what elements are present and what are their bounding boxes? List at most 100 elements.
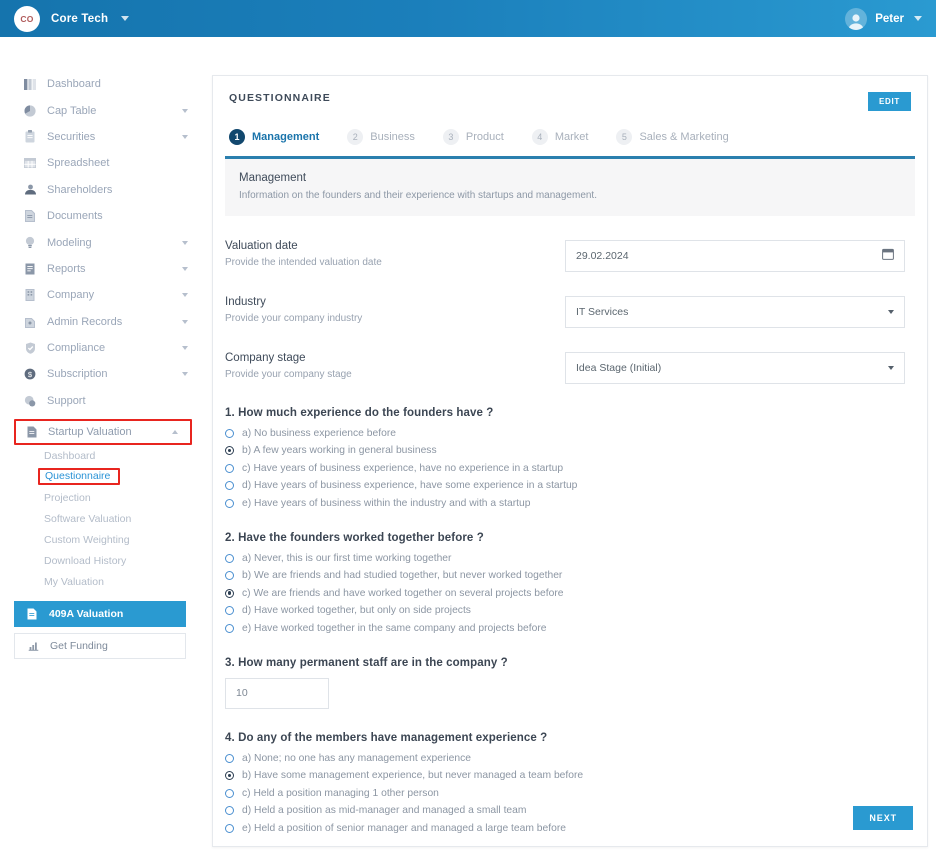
valuation-date-input[interactable]: 29.02.2024: [565, 239, 905, 272]
tab-product[interactable]: 3 Product: [442, 129, 504, 145]
radio-icon[interactable]: [225, 623, 234, 633]
sidebar-item-label: Documents: [47, 210, 103, 223]
question-2-option-d[interactable]: d) Have worked together, but only on sid…: [225, 605, 915, 616]
sidebar-item-shareholders[interactable]: Shareholders: [0, 177, 200, 203]
radio-icon-selected[interactable]: [225, 446, 234, 455]
chevron-down-icon[interactable]: [182, 266, 188, 271]
sidebar-subitem-dashboard[interactable]: Dashboard: [0, 445, 200, 466]
question-4-option-c[interactable]: c) Held a position managing 1 other pers…: [225, 788, 915, 799]
chevron-down-icon[interactable]: [121, 16, 130, 21]
step-number: 1: [229, 129, 245, 145]
sidebar-item-company[interactable]: Company: [0, 282, 200, 308]
radio-icon-selected[interactable]: [225, 588, 234, 598]
field-control-group: 29.02.2024: [565, 239, 905, 272]
sidebar-item-label: Company: [47, 289, 95, 302]
industry-select[interactable]: IT Services: [565, 295, 905, 328]
field-valuation-date: Valuation date Provide the intended valu…: [213, 239, 927, 272]
chevron-down-icon[interactable]: [182, 346, 188, 351]
radio-icon[interactable]: [225, 428, 234, 438]
valuation-date-value: 29.02.2024: [576, 249, 629, 262]
radio-icon[interactable]: [225, 463, 234, 473]
sidebar-subitem-projection[interactable]: Projection: [0, 487, 200, 508]
sidebar-item-securities[interactable]: Securities: [0, 124, 200, 150]
tab-sales-marketing[interactable]: 5 Sales & Marketing: [616, 129, 729, 145]
field-hint: Provide your company stage: [225, 368, 352, 380]
question-2-option-c[interactable]: c) We are friends and have worked togeth…: [225, 588, 915, 599]
chevron-down-icon[interactable]: [182, 293, 188, 298]
sidebar-subitem-custom-weighting[interactable]: Custom Weighting: [0, 529, 200, 550]
field-label-group: Company stage Provide your company stage: [225, 352, 565, 380]
sidebar-item-support[interactable]: Support: [0, 388, 200, 414]
question-4-option-b[interactable]: b) Have some management experience, but …: [225, 770, 915, 781]
sidebar-item-label: Startup Valuation: [48, 426, 132, 439]
sidebar-item-cap-table[interactable]: Cap Table: [0, 97, 200, 123]
sidebar-subitem-questionnaire[interactable]: Questionnaire: [38, 468, 121, 486]
sidebar-item-documents[interactable]: Documents: [0, 203, 200, 229]
chevron-down-icon[interactable]: [888, 365, 894, 370]
sidebar-item-modeling[interactable]: Modeling: [0, 229, 200, 255]
chevron-down-icon[interactable]: [914, 16, 922, 21]
radio-icon[interactable]: [225, 788, 234, 798]
chevron-up-icon[interactable]: [172, 430, 178, 435]
question-4-option-a[interactable]: a) None; no one has any management exper…: [225, 753, 915, 764]
question-2-option-a[interactable]: a) Never, this is our first time working…: [225, 553, 915, 564]
sidebar-item-subscription[interactable]: $ Subscription: [0, 361, 200, 387]
question-1-option-a[interactable]: a) No business experience before: [225, 428, 915, 439]
chevron-down-icon[interactable]: [888, 309, 894, 314]
question-2-option-e[interactable]: e) Have worked together in the same comp…: [225, 623, 915, 634]
chevron-down-icon[interactable]: [182, 134, 188, 139]
radio-icon-selected[interactable]: [225, 771, 234, 780]
calendar-icon[interactable]: [882, 248, 894, 263]
question-1-option-c[interactable]: c) Have years of business experience, ha…: [225, 463, 915, 474]
sidebar-button-get-funding[interactable]: Get Funding: [14, 633, 186, 660]
tab-management[interactable]: 1 Management: [229, 129, 319, 145]
question-1: 1. How much experience do the founders h…: [213, 407, 927, 509]
company-stage-select[interactable]: Idea Stage (Initial): [565, 351, 905, 384]
sidebar-item-admin-records[interactable]: Admin Records: [0, 309, 200, 335]
radio-icon[interactable]: [225, 481, 234, 490]
tab-market[interactable]: 4 Market: [531, 129, 589, 145]
option-label: a) No business experience before: [242, 427, 396, 439]
building-icon: [22, 288, 38, 302]
sidebar-item-compliance[interactable]: Compliance: [0, 335, 200, 361]
radio-icon[interactable]: [225, 753, 234, 763]
step-label: Product: [465, 131, 504, 143]
radio-icon[interactable]: [225, 553, 234, 563]
chevron-down-icon[interactable]: [182, 319, 188, 324]
permanent-staff-input[interactable]: 10: [225, 677, 329, 709]
sidebar-button-409a-valuation[interactable]: 409A Valuation: [14, 601, 186, 628]
sidebar-item-startup-valuation[interactable]: Startup Valuation: [16, 421, 190, 443]
radio-icon[interactable]: [225, 606, 234, 615]
step-tabs: 1 Management 2 Business 3 Product 4 Mark…: [213, 111, 927, 156]
tab-business[interactable]: 2 Business: [347, 129, 415, 145]
step-label: Management: [252, 131, 320, 143]
sidebar-item-label: Modeling: [47, 236, 92, 249]
chevron-down-icon[interactable]: [182, 240, 188, 245]
option-label: b) A few years working in general busine…: [242, 445, 437, 456]
step-number: 5: [616, 129, 633, 145]
sidebar-subitem-my-valuation[interactable]: My Valuation: [0, 571, 200, 592]
chevron-down-icon[interactable]: [182, 108, 188, 113]
sidebar-subitem-download-history[interactable]: Download History: [0, 550, 200, 571]
brand-area[interactable]: CO Core Tech: [14, 5, 130, 32]
question-1-option-e[interactable]: e) Have years of business within the ind…: [225, 498, 915, 509]
sidebar-item-reports[interactable]: Reports: [0, 256, 200, 282]
radio-icon[interactable]: [225, 498, 234, 508]
sidebar-item-dashboard[interactable]: Dashboard: [0, 71, 200, 97]
step-label: Market: [554, 131, 589, 143]
sidebar-subitem-label: My Valuation: [44, 575, 104, 588]
next-button[interactable]: NEXT: [853, 806, 913, 830]
question-1-option-b[interactable]: b) A few years working in general busine…: [225, 445, 915, 456]
sidebar-subitem-label: Software Valuation: [44, 512, 132, 525]
edit-button[interactable]: EDIT: [867, 92, 911, 111]
radio-icon[interactable]: [225, 571, 234, 580]
option-label: c) Have years of business experience, ha…: [242, 462, 564, 474]
option-label: d) Have years of business experience, ha…: [242, 480, 578, 491]
question-2-option-b[interactable]: b) We are friends and had studied togeth…: [225, 570, 915, 581]
sidebar-subitem-software-valuation[interactable]: Software Valuation: [0, 508, 200, 529]
sidebar-item-spreadsheet[interactable]: Spreadsheet: [0, 150, 200, 176]
user-menu[interactable]: Peter: [845, 7, 922, 30]
chevron-down-icon[interactable]: [182, 372, 188, 377]
document-icon: [24, 607, 40, 621]
question-1-option-d[interactable]: d) Have years of business experience, ha…: [225, 480, 915, 491]
